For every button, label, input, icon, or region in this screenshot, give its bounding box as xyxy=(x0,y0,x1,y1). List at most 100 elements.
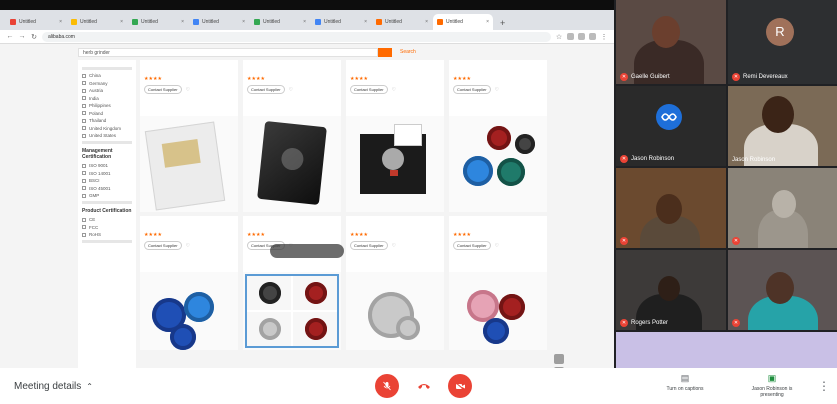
product-image[interactable] xyxy=(449,116,547,212)
browser-tab[interactable]: Untitled × xyxy=(250,14,310,30)
product-image[interactable] xyxy=(346,116,444,212)
filter-checkbox-item[interactable]: FCC xyxy=(82,225,132,230)
camera-off-button[interactable] xyxy=(448,374,472,398)
contact-supplier-button[interactable]: Contact Supplier xyxy=(350,241,388,250)
meeting-details-button[interactable]: Meeting details ⌃ xyxy=(14,381,93,392)
participant-tile[interactable]: ✕ xyxy=(728,168,837,248)
product-card[interactable]: ★★★★Contact Supplier♡ xyxy=(140,216,238,350)
hang-up-button[interactable] xyxy=(412,374,436,398)
back-icon[interactable]: ← xyxy=(6,33,14,40)
product-card[interactable]: ★★★★Contact Supplier♡ xyxy=(346,60,444,212)
close-tab-icon[interactable]: × xyxy=(486,19,489,25)
filter-checkbox-item[interactable]: BSCI xyxy=(82,178,132,183)
product-image[interactable] xyxy=(140,116,238,212)
contact-supplier-button[interactable]: Contact Supplier xyxy=(453,241,491,250)
close-tab-icon[interactable]: × xyxy=(425,19,428,25)
reload-icon[interactable]: ↻ xyxy=(30,33,38,41)
checkbox-icon[interactable] xyxy=(82,103,86,108)
filter-checkbox-item[interactable]: China xyxy=(82,73,132,78)
close-tab-icon[interactable]: × xyxy=(181,19,184,25)
product-image[interactable] xyxy=(449,272,547,350)
filter-checkbox-item[interactable]: Thailand xyxy=(82,118,132,123)
filter-checkbox-item[interactable]: ISO 9001 xyxy=(82,163,132,168)
participant-tile[interactable]: ✕ Rogers Potter xyxy=(616,250,726,330)
favorite-heart-icon[interactable]: ♡ xyxy=(392,243,396,249)
contact-supplier-button[interactable]: Contact Supplier xyxy=(144,241,182,250)
filter-checkbox-item[interactable]: RoHS xyxy=(82,232,132,237)
close-tab-icon[interactable]: × xyxy=(120,19,123,25)
checkbox-icon[interactable] xyxy=(82,178,86,183)
new-tab-icon[interactable]: + xyxy=(494,18,511,30)
captions-button[interactable]: ▤ Turn on captions xyxy=(660,373,710,392)
product-name[interactable] xyxy=(453,63,543,73)
favorite-heart-icon[interactable]: ♡ xyxy=(495,87,499,93)
side-tool-button[interactable] xyxy=(554,354,564,364)
forward-icon[interactable]: → xyxy=(18,33,26,40)
product-name[interactable] xyxy=(350,63,440,73)
extension-icon[interactable] xyxy=(567,33,574,40)
close-tab-icon[interactable]: × xyxy=(303,19,306,25)
product-name[interactable] xyxy=(144,219,234,229)
product-card[interactable]: ★★★★Contact Supplier♡ xyxy=(140,60,238,212)
favorite-heart-icon[interactable]: ♡ xyxy=(289,87,293,93)
checkbox-icon[interactable] xyxy=(82,126,86,130)
favorite-heart-icon[interactable]: ♡ xyxy=(186,243,190,249)
checkbox-icon[interactable] xyxy=(82,73,86,78)
checkbox-icon[interactable] xyxy=(82,118,86,123)
product-card[interactable]: ★★★★Contact Supplier♡ xyxy=(346,216,444,350)
product-card[interactable]: ★★★★Contact Supplier♡ xyxy=(243,216,341,350)
product-name[interactable] xyxy=(350,219,440,229)
browser-tab[interactable]: Untitled × xyxy=(433,14,493,30)
participant-tile[interactable]: ✕ xyxy=(728,250,837,330)
checkbox-icon[interactable] xyxy=(82,133,86,138)
checkbox-icon[interactable] xyxy=(82,193,86,198)
participant-tile[interactable]: ✕ Gaelle Guibert xyxy=(616,0,726,84)
product-name[interactable] xyxy=(453,219,543,229)
filter-checkbox-item[interactable]: Philippines xyxy=(82,103,132,108)
product-image[interactable] xyxy=(346,272,444,350)
gallery-thumbnail[interactable] xyxy=(247,312,291,346)
checkbox-icon[interactable] xyxy=(82,81,86,85)
browser-tab[interactable]: Untitled × xyxy=(6,14,66,30)
close-tab-icon[interactable]: × xyxy=(364,19,367,25)
close-tab-icon[interactable]: × xyxy=(242,19,245,25)
extension-icon[interactable] xyxy=(589,33,596,40)
browser-tab[interactable]: Untitled × xyxy=(372,14,432,30)
product-card[interactable]: ★★★★Contact Supplier♡ xyxy=(449,216,547,350)
product-image-gallery[interactable] xyxy=(245,274,339,348)
checkbox-icon[interactable] xyxy=(82,88,86,93)
filter-checkbox-item[interactable]: United States xyxy=(82,133,132,138)
product-name[interactable] xyxy=(247,63,337,73)
participant-tile[interactable]: R ✕ Remi Devereaux xyxy=(728,0,837,84)
filter-checkbox-item[interactable]: Poland xyxy=(82,111,132,116)
contact-supplier-button[interactable]: Contact Supplier xyxy=(144,85,182,94)
product-card[interactable]: ★★★★Contact Supplier♡ xyxy=(449,60,547,212)
favorite-heart-icon[interactable]: ♡ xyxy=(495,243,499,249)
filter-checkbox-item[interactable]: Austria xyxy=(82,88,132,93)
participant-tile[interactable]: Jason Robinson xyxy=(728,86,837,166)
presenting-button[interactable]: ▣ Jason Robinson is presenting xyxy=(742,373,802,398)
close-tab-icon[interactable]: × xyxy=(59,19,62,25)
browser-tab[interactable]: Untitled × xyxy=(189,14,249,30)
address-bar[interactable]: alibaba.com xyxy=(42,31,551,42)
product-image[interactable] xyxy=(243,116,341,212)
site-search-button[interactable] xyxy=(378,47,392,57)
checkbox-icon[interactable] xyxy=(82,171,86,175)
contact-supplier-button[interactable]: Contact Supplier xyxy=(350,85,388,94)
checkbox-icon[interactable] xyxy=(82,217,86,222)
filter-checkbox-item[interactable]: CE xyxy=(82,217,132,222)
participant-tile[interactable] xyxy=(616,332,837,368)
extension-icon[interactable] xyxy=(578,33,585,40)
checkbox-icon[interactable] xyxy=(82,163,86,168)
participant-tile[interactable]: ✕ xyxy=(616,168,726,248)
contact-supplier-button[interactable]: Contact Supplier xyxy=(247,85,285,94)
checkbox-icon[interactable] xyxy=(82,225,86,229)
favorite-heart-icon[interactable]: ♡ xyxy=(392,87,396,93)
filter-checkbox-item[interactable]: United Kingdom xyxy=(82,126,132,131)
checkbox-icon[interactable] xyxy=(82,186,86,190)
more-options-icon[interactable]: ⋮ xyxy=(818,379,830,393)
filter-checkbox-item[interactable]: ISO 14001 xyxy=(82,171,132,176)
product-image[interactable] xyxy=(243,272,341,350)
microphone-off-button[interactable] xyxy=(375,374,399,398)
bookmark-star-icon[interactable]: ☆ xyxy=(555,33,563,41)
